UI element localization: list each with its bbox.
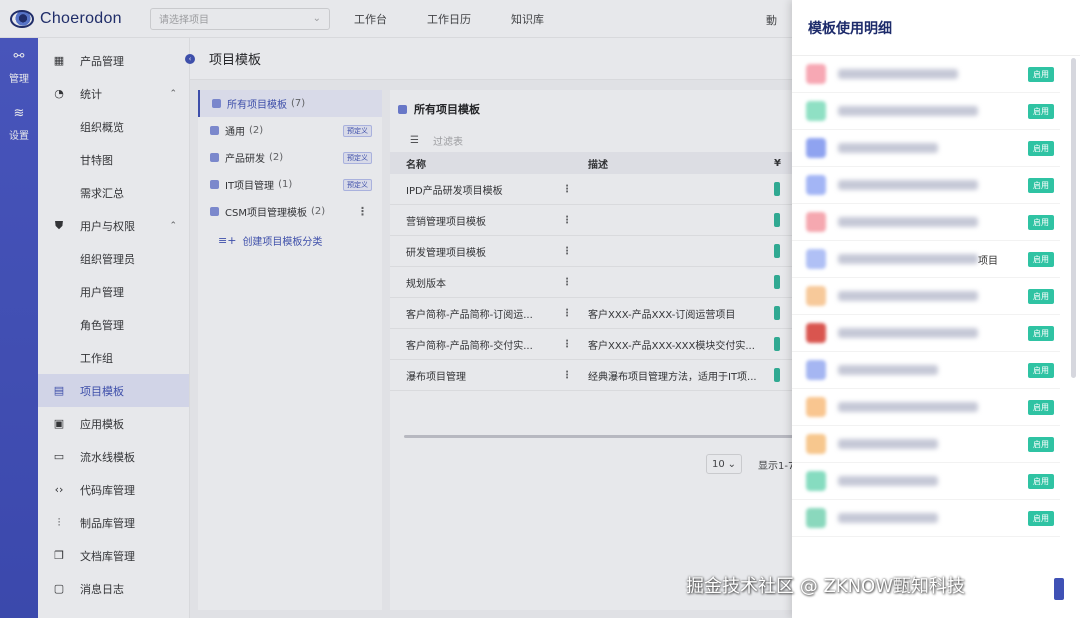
project-avatar: [806, 434, 826, 454]
project-name-blurred: [838, 328, 978, 338]
usage-list-item[interactable]: 启用: [792, 389, 1060, 426]
usage-list-item[interactable]: 启用: [792, 56, 1060, 93]
project-name-blurred: [838, 180, 978, 190]
project-avatar: [806, 471, 826, 491]
status-badge: 启用: [1028, 103, 1054, 119]
project-name-blurred: [838, 402, 978, 412]
watermark: 掘金技术社区 @ ZKNOW甄知科技: [686, 576, 966, 597]
project-avatar: [806, 138, 826, 158]
project-name-blurred: [838, 217, 978, 227]
usage-list-item[interactable]: 启用: [792, 278, 1060, 315]
project-name-blurred: [838, 143, 938, 153]
status-badge: 启用: [1028, 399, 1054, 415]
usage-list-item[interactable]: 启用: [792, 93, 1060, 130]
drawer-title: 模板使用明细: [792, 0, 1080, 56]
usage-detail-drawer: 模板使用明细 启用 启用 启用 启用 启用 项目 启用 启用 启用 启用 启用 启用 启用 启用: [792, 0, 1080, 618]
project-avatar: [806, 101, 826, 121]
project-avatar: [806, 175, 826, 195]
usage-list-item[interactable]: 启用: [792, 315, 1060, 352]
project-name-blurred: [838, 69, 958, 79]
project-avatar: [806, 249, 826, 269]
modal-overlay[interactable]: [0, 0, 792, 618]
usage-list-item[interactable]: 启用: [792, 426, 1060, 463]
project-name-blurred: [838, 106, 978, 116]
project-avatar: [806, 64, 826, 84]
status-badge: 启用: [1028, 66, 1054, 82]
usage-list-item[interactable]: 启用: [792, 204, 1060, 241]
project-name-blurred: [838, 476, 938, 486]
project-name-blurred: [838, 291, 978, 301]
drawer-scrollbar[interactable]: [1071, 58, 1076, 378]
project-avatar: [806, 397, 826, 417]
project-avatar: [806, 286, 826, 306]
project-avatar: [806, 212, 826, 232]
project-name-blurred: [838, 365, 938, 375]
project-name-blurred: [838, 513, 938, 523]
status-badge: 启用: [1028, 214, 1054, 230]
project-avatar: [806, 508, 826, 528]
status-badge: 启用: [1028, 325, 1054, 341]
status-badge: 启用: [1028, 288, 1054, 304]
status-badge: 启用: [1028, 362, 1054, 378]
usage-list-item[interactable]: 项目 启用: [792, 241, 1060, 278]
usage-list-item[interactable]: 启用: [792, 500, 1060, 537]
status-badge: 启用: [1028, 251, 1054, 267]
project-avatar: [806, 360, 826, 380]
project-name-blurred: [838, 254, 978, 264]
usage-list-item[interactable]: 启用: [792, 130, 1060, 167]
status-badge: 启用: [1028, 473, 1054, 489]
drawer-action-button[interactable]: [1054, 578, 1064, 600]
status-badge: 启用: [1028, 436, 1054, 452]
status-badge: 启用: [1028, 510, 1054, 526]
project-name-blurred: [838, 439, 938, 449]
project-avatar: [806, 323, 826, 343]
usage-list-item[interactable]: 启用: [792, 167, 1060, 204]
status-badge: 启用: [1028, 177, 1054, 193]
usage-list-item[interactable]: 启用: [792, 463, 1060, 500]
project-name-suffix: 项目: [978, 255, 998, 267]
status-badge: 启用: [1028, 140, 1054, 156]
usage-list-item[interactable]: 启用: [792, 352, 1060, 389]
